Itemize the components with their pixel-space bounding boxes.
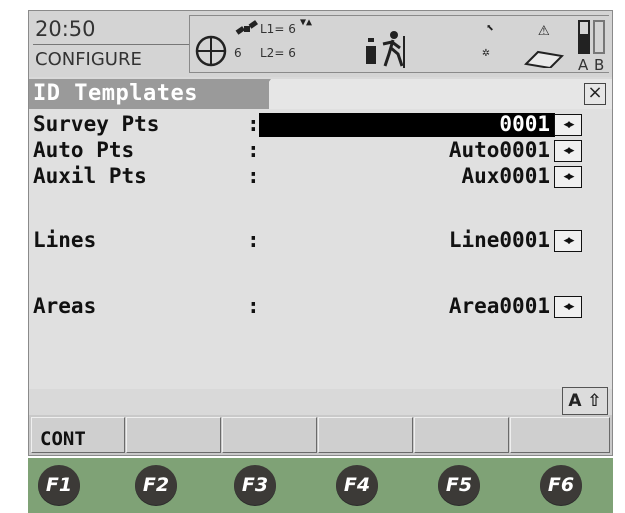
f4-key[interactable]: F4 bbox=[336, 465, 378, 505]
satellite-icon bbox=[235, 20, 258, 35]
form-area: Survey Pts : 0001 ◂▸ Auto Pts : Auto0001… bbox=[29, 109, 612, 389]
mode-label: CONFIGURE bbox=[35, 49, 142, 70]
walking-person-icon bbox=[382, 31, 405, 68]
signal-icon: ▼▲ bbox=[300, 17, 313, 28]
field-label: Survey Pts bbox=[33, 112, 160, 136]
spinner-arrows-icon[interactable]: ◂▸ bbox=[554, 114, 582, 136]
softkey-3[interactable] bbox=[222, 417, 317, 453]
memory-card-icon bbox=[524, 50, 564, 68]
field-value[interactable]: Auto0001 bbox=[449, 138, 550, 162]
crosshair-icon bbox=[195, 35, 227, 67]
f6-key[interactable]: F6 bbox=[540, 465, 582, 505]
status-divider bbox=[33, 44, 189, 45]
spinner-arrows-icon[interactable]: ◂▸ bbox=[554, 166, 582, 188]
dialog-titlebar: ID Templates × bbox=[29, 79, 612, 109]
field-colon: : bbox=[247, 138, 260, 162]
status-bar: 20:50 CONFIGURE 6 L1= 6 ▼▲ L2= 6 ⬉ ✲ ⚠ A… bbox=[29, 11, 612, 77]
status-icons: 6 L1= 6 ▼▲ L2= 6 ⬉ ✲ ⚠ A B bbox=[189, 15, 609, 74]
field-areas[interactable]: Areas : Area0001 ◂▸ bbox=[29, 294, 612, 320]
dialog-title: ID Templates bbox=[33, 81, 198, 106]
field-label: Auto Pts bbox=[33, 138, 135, 162]
field-value[interactable]: Area0001 bbox=[449, 294, 550, 318]
close-icon[interactable]: × bbox=[584, 83, 606, 105]
field-colon: : bbox=[247, 164, 260, 188]
softkey-6[interactable] bbox=[510, 417, 610, 453]
f1-key[interactable]: F1 bbox=[38, 465, 80, 505]
field-label: Lines bbox=[33, 228, 97, 252]
field-label: Areas bbox=[33, 294, 97, 318]
field-colon: : bbox=[247, 112, 260, 136]
f3-key[interactable]: F3 bbox=[234, 465, 276, 505]
field-auto-pts[interactable]: Auto Pts : Auto0001 ◂▸ bbox=[29, 138, 612, 164]
spinner-arrows-icon[interactable]: ◂▸ bbox=[554, 296, 582, 318]
clock-time: 20:50 bbox=[35, 17, 96, 41]
spinner-arrows-icon[interactable]: ◂▸ bbox=[554, 140, 582, 162]
battery-icon bbox=[578, 20, 590, 54]
f5-key[interactable]: F5 bbox=[438, 465, 480, 505]
softkey-5[interactable] bbox=[414, 417, 509, 453]
field-survey-pts[interactable]: Survey Pts : 0001 ◂▸ bbox=[29, 112, 612, 138]
l2-count: L2= 6 bbox=[260, 46, 296, 60]
field-lines[interactable]: Lines : Line0001 ◂▸ bbox=[29, 228, 612, 254]
network-icon: ✲ bbox=[482, 45, 490, 60]
field-colon: : bbox=[247, 294, 260, 318]
softkey-cont[interactable]: CONT bbox=[31, 417, 125, 453]
f2-key[interactable]: F2 bbox=[135, 465, 177, 505]
spinner-arrows-icon[interactable]: ◂▸ bbox=[554, 230, 582, 252]
input-mode-indicator: A ⇧ bbox=[562, 387, 608, 415]
field-value[interactable]: 0001 bbox=[499, 112, 550, 136]
battery-a-label: A bbox=[578, 56, 589, 74]
link-icon: ⬉ bbox=[486, 21, 494, 36]
battery-icon bbox=[593, 20, 605, 54]
l1-count: L1= 6 bbox=[260, 22, 296, 36]
field-colon: : bbox=[247, 228, 260, 252]
reflector-icon bbox=[366, 38, 376, 64]
warning-icon: ⚠ bbox=[538, 18, 550, 40]
field-label: Auxil Pts bbox=[33, 164, 147, 188]
softkey-bar: CONT bbox=[29, 415, 612, 455]
field-auxil-pts[interactable]: Auxil Pts : Aux0001 ◂▸ bbox=[29, 164, 612, 190]
field-value[interactable]: Line0001 bbox=[449, 228, 550, 252]
instrument-screen: 20:50 CONFIGURE 6 L1= 6 ▼▲ L2= 6 ⬉ ✲ ⚠ A… bbox=[28, 10, 613, 456]
satellite-count: 6 bbox=[234, 46, 242, 60]
function-key-row: F1 F2 F3 F4 F5 F6 bbox=[28, 458, 613, 513]
softkey-2[interactable] bbox=[126, 417, 221, 453]
softkey-4[interactable] bbox=[318, 417, 413, 453]
battery-b-label: B bbox=[594, 56, 605, 74]
field-value[interactable]: Aux0001 bbox=[461, 164, 550, 188]
